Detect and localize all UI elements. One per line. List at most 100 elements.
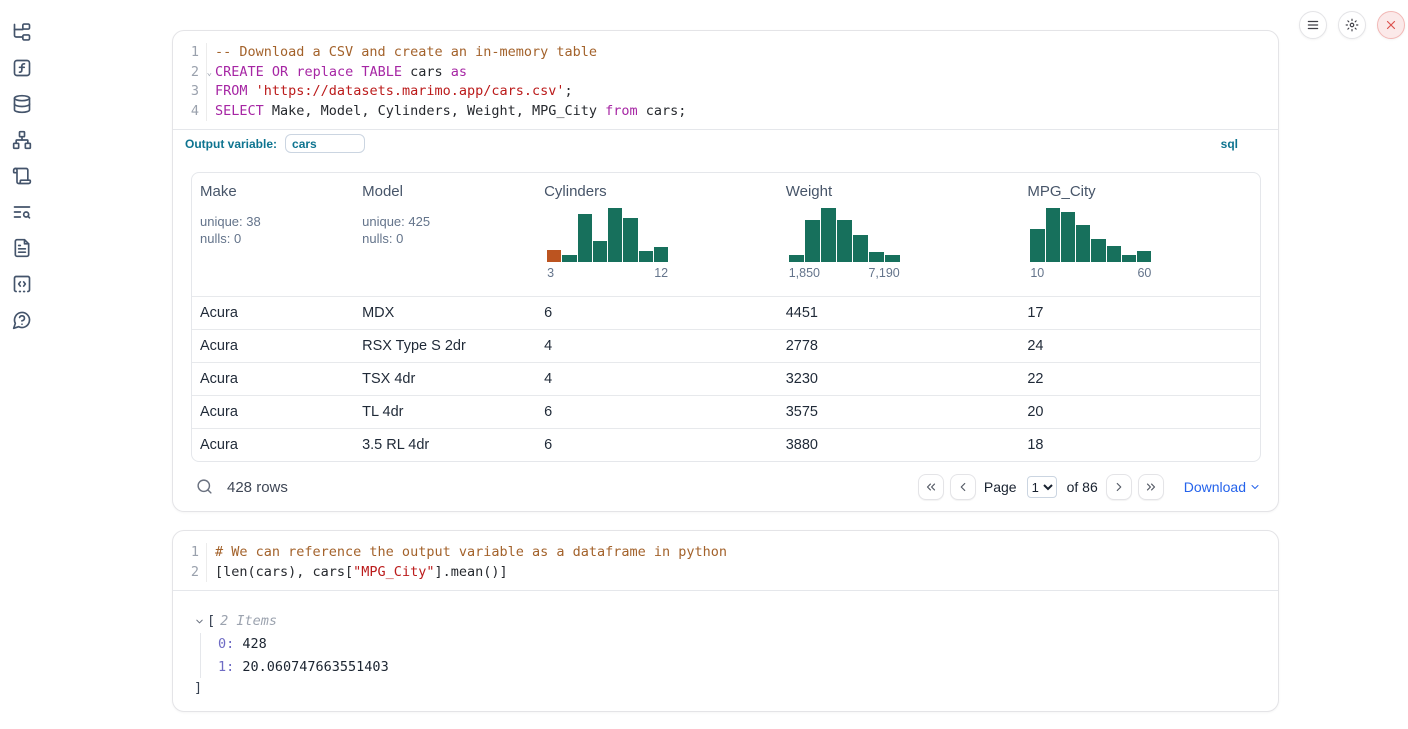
pagination: Page 1 of 86 Download — [918, 474, 1261, 500]
table-cell: 6 — [536, 404, 778, 420]
column-header-Make[interactable]: Makeunique: 38nulls: 0 — [192, 173, 354, 296]
output-variable-input[interactable] — [285, 134, 365, 153]
last-page-button[interactable] — [1138, 474, 1164, 500]
page-select[interactable]: 1 — [1027, 476, 1057, 498]
chevron-down-icon — [1249, 481, 1261, 493]
output-variable-label: Output variable: — [185, 137, 277, 151]
table-cell: Acura — [192, 371, 354, 387]
download-label: Download — [1184, 479, 1246, 495]
histogram-bar — [837, 220, 852, 262]
gear-icon — [1345, 18, 1359, 32]
tree-entry-key: 1: — [218, 659, 234, 675]
table-footer: 428 rows Page 1 of 86 Download — [173, 464, 1278, 510]
close-bracket: ] — [194, 678, 1278, 698]
sql-cell: 1-- Download a CSV and create an in-memo… — [172, 30, 1279, 512]
column-header-Model[interactable]: Modelunique: 425nulls: 0 — [354, 173, 536, 296]
code-line[interactable]: # We can reference the output variable a… — [207, 543, 1278, 563]
sql-code-editor[interactable]: 1-- Download a CSV and create an in-memo… — [173, 31, 1278, 129]
shutdown-button[interactable] — [1377, 11, 1405, 39]
table-cell: 6 — [536, 305, 778, 321]
column-histogram: 1,8507,190 — [789, 208, 900, 280]
column-header-Cylinders[interactable]: Cylinders312 — [536, 173, 778, 296]
table-cell: 3880 — [778, 437, 1020, 453]
table-cell: Acura — [192, 338, 354, 354]
code-line[interactable]: -- Download a CSV and create an in-memor… — [207, 43, 1278, 63]
help-bubble-icon[interactable] — [12, 310, 32, 330]
line-number: 1 — [173, 543, 207, 563]
next-page-button[interactable] — [1106, 474, 1132, 500]
code-line[interactable]: SELECT Make, Model, Cylinders, Weight, M… — [207, 102, 1278, 122]
download-button[interactable]: Download — [1184, 479, 1261, 495]
code-token: ].mean()] — [434, 564, 507, 580]
settings-button[interactable] — [1338, 11, 1366, 39]
scroll-icon[interactable] — [12, 166, 32, 186]
table-cell: 3.5 RL 4dr — [354, 437, 536, 453]
table-cell: RSX Type S 2dr — [354, 338, 536, 354]
first-page-button[interactable] — [918, 474, 944, 500]
histogram-bar — [869, 252, 884, 262]
histogram-bar — [578, 214, 592, 262]
histogram-bar — [1137, 251, 1151, 262]
table-row: Acura3.5 RL 4dr6388018 — [192, 428, 1260, 461]
search-icon[interactable] — [196, 478, 214, 496]
histogram-bar — [1030, 229, 1044, 262]
line-number: 1 — [173, 43, 207, 63]
function-square-icon[interactable] — [12, 58, 32, 78]
close-x-icon — [1384, 18, 1398, 32]
histogram-bar — [623, 218, 637, 262]
text-search-icon[interactable] — [12, 202, 32, 222]
histogram-bar — [885, 255, 900, 262]
column-header-MPG_City[interactable]: MPG_City1060 — [1019, 173, 1260, 296]
histogram-bar — [562, 255, 576, 262]
code-token: cars; — [638, 103, 687, 119]
collapse-chevron-icon[interactable] — [194, 616, 205, 627]
output-tree: [ 2 Items 0: 4281: 20.060747663551403 ] — [173, 591, 1278, 698]
file-text-icon[interactable] — [12, 238, 32, 258]
table-cell: 24 — [1019, 338, 1260, 354]
code-token: replace — [296, 64, 353, 80]
table-cell: 4451 — [778, 305, 1020, 321]
menu-icon — [1306, 18, 1320, 32]
histogram-bar — [593, 241, 607, 262]
code-token — [248, 83, 256, 99]
code-line[interactable]: [len(cars), cars["MPG_City"].mean()] — [207, 563, 1278, 583]
code-token: from — [605, 103, 638, 119]
histogram-axis: 312 — [547, 266, 668, 280]
code-token: 'https://datasets.marimo.app/cars.csv' — [256, 83, 565, 99]
dependency-graph-icon[interactable] — [12, 130, 32, 150]
code-snippet-icon[interactable] — [12, 274, 32, 294]
table-cell: 3575 — [778, 404, 1020, 420]
menu-button[interactable] — [1299, 11, 1327, 39]
code-token: TABLE — [361, 64, 402, 80]
column-title: Weight — [786, 183, 1012, 200]
tree-entry-value: 428 — [234, 636, 267, 652]
chevrons-right-icon — [1144, 480, 1158, 494]
code-token: Make, Model, Cylinders, Weight, MPG_City — [264, 103, 605, 119]
page-total-label: of 86 — [1067, 479, 1098, 495]
histogram-bar — [1107, 246, 1121, 262]
python-cell: 1# We can reference the output variable … — [172, 530, 1279, 712]
line-number: 2 — [173, 563, 207, 583]
column-header-Weight[interactable]: Weight 1,8507,190 — [778, 173, 1020, 296]
code-line[interactable]: CREATE OR replace TABLE cars as — [207, 63, 1278, 83]
code-token: [len(cars), cars[ — [215, 564, 353, 580]
code-line[interactable]: FROM 'https://datasets.marimo.app/cars.c… — [207, 82, 1278, 102]
language-badge: sql — [1221, 137, 1266, 151]
histogram-bar — [821, 208, 836, 262]
table-row: AcuraTSX 4dr4323022 — [192, 362, 1260, 395]
prev-page-button[interactable] — [950, 474, 976, 500]
database-icon[interactable] — [12, 94, 32, 114]
table-cell: 18 — [1019, 437, 1260, 453]
column-stats: unique: 38nulls: 0 — [200, 213, 346, 247]
sidebar — [0, 0, 44, 729]
table-cell: 22 — [1019, 371, 1260, 387]
line-number: 2⌄ — [173, 63, 207, 83]
row-count: 428 rows — [227, 479, 288, 496]
fold-chevron-icon[interactable]: ⌄ — [207, 64, 212, 84]
tree-entry-value: 20.060747663551403 — [234, 659, 388, 675]
table-cell: 4 — [536, 338, 778, 354]
histogram-bar — [1091, 239, 1105, 262]
column-title: Model — [362, 183, 528, 200]
python-code-editor[interactable]: 1# We can reference the output variable … — [173, 531, 1278, 590]
file-tree-icon[interactable] — [12, 22, 32, 42]
